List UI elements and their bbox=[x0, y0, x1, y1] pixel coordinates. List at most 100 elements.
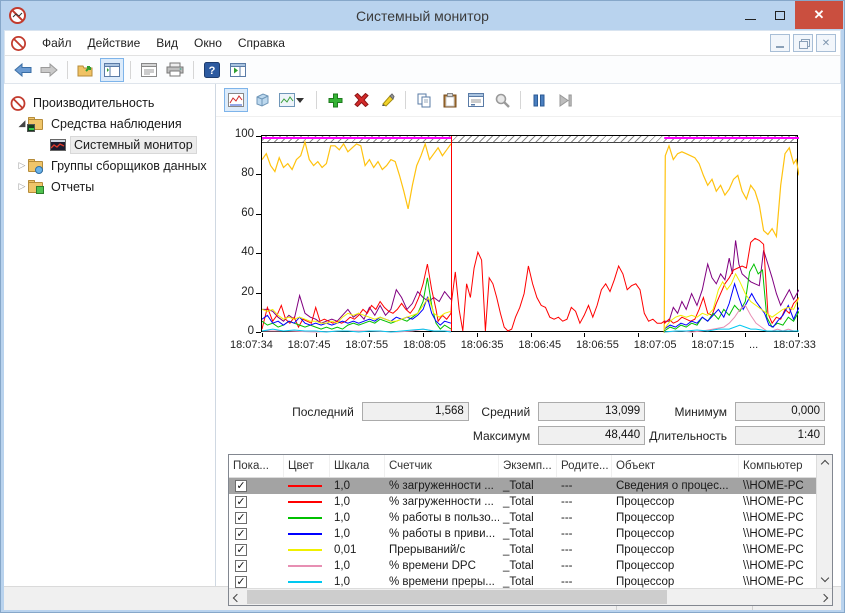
mdi-restore-button[interactable] bbox=[793, 34, 813, 52]
menu-файл[interactable]: Файл bbox=[34, 32, 80, 54]
show-checkbox[interactable]: ✓ bbox=[235, 512, 247, 524]
counter-cell: % работы в пользо... bbox=[385, 510, 499, 526]
app-window: Системный монитор ✕ ФайлДействиеВидОкноС… bbox=[0, 0, 845, 613]
maximize-button[interactable] bbox=[765, 1, 795, 29]
minimum-value: 0,000 bbox=[735, 402, 825, 421]
counter-row[interactable]: ✓1,0% времени DPC_Total---Процессор\\HOM… bbox=[229, 558, 832, 574]
show-checkbox[interactable]: ✓ bbox=[235, 560, 247, 572]
tree-item-reports[interactable]: ▷ Отчеты bbox=[4, 176, 215, 197]
update-data-button[interactable] bbox=[553, 88, 577, 112]
column-header-3[interactable]: Счетчик bbox=[385, 455, 499, 477]
tree-item-monitoring-tools[interactable]: ◢ Средства наблюдения bbox=[4, 113, 215, 134]
mdi-close-button[interactable]: ✕ bbox=[816, 34, 836, 52]
show-checkbox[interactable]: ✓ bbox=[235, 576, 247, 588]
computer-cell: \\HOME-PC bbox=[739, 558, 824, 574]
y-axis-tick bbox=[256, 214, 261, 215]
paste-counter-list-button[interactable] bbox=[438, 88, 462, 112]
forward-button[interactable] bbox=[37, 58, 61, 82]
x-axis-tick bbox=[423, 333, 424, 337]
zoom-button[interactable] bbox=[490, 88, 514, 112]
counter-cell: % загруженности ... bbox=[385, 494, 499, 510]
menu-окно[interactable]: Окно bbox=[186, 32, 230, 54]
minimize-button[interactable] bbox=[735, 1, 765, 29]
toolbar-separator bbox=[520, 91, 521, 109]
properties-dialog-icon bbox=[468, 93, 484, 107]
show-checkbox[interactable]: ✓ bbox=[235, 496, 247, 508]
expander-collapsed-icon[interactable]: ▷ bbox=[16, 160, 28, 171]
export-button[interactable] bbox=[74, 58, 98, 82]
scrollbar-thumb[interactable] bbox=[247, 590, 667, 604]
freeze-display-button[interactable] bbox=[527, 88, 551, 112]
tree-item-label: Средства наблюдения bbox=[48, 116, 185, 132]
system-monitor-icon bbox=[50, 138, 66, 152]
chart-properties-button[interactable] bbox=[464, 88, 488, 112]
scroll-up-icon[interactable] bbox=[817, 459, 832, 470]
y-axis-label: 20 bbox=[216, 286, 254, 298]
counter-cell: % загруженности ... bbox=[385, 478, 499, 494]
counter-row[interactable]: ✓1,0% работы в приви..._Total---Процессо… bbox=[229, 526, 832, 542]
average-value: 13,099 bbox=[538, 402, 645, 421]
perfmon-app-icon bbox=[9, 7, 26, 24]
back-button[interactable] bbox=[11, 58, 35, 82]
computer-cell: \\HOME-PC bbox=[739, 478, 824, 494]
pause-icon bbox=[533, 94, 545, 107]
vertical-scrollbar[interactable] bbox=[816, 455, 832, 588]
duration-value: 1:40 bbox=[735, 426, 825, 445]
tree-item-data-collector-sets[interactable]: ▷ Группы сборщиков данных bbox=[4, 155, 215, 176]
counter-row[interactable]: ✓1,0% загруженности ..._Total---Сведения… bbox=[229, 478, 832, 494]
console-tree-icon bbox=[104, 63, 120, 77]
object-cell: Процессор bbox=[612, 510, 739, 526]
column-header-5[interactable]: Родите... bbox=[557, 455, 612, 477]
copy-properties-button[interactable] bbox=[412, 88, 436, 112]
scroll-right-icon[interactable] bbox=[816, 593, 832, 604]
show-checkbox[interactable]: ✓ bbox=[235, 480, 247, 492]
add-icon bbox=[328, 93, 343, 108]
delete-counter-button[interactable] bbox=[349, 88, 373, 112]
x-axis-label: 18:07:34 bbox=[230, 339, 273, 351]
menu-справка[interactable]: Справка bbox=[230, 32, 293, 54]
chart-type-button[interactable] bbox=[276, 88, 310, 112]
view-chart-button[interactable] bbox=[224, 88, 248, 112]
chart-plot-area[interactable] bbox=[261, 135, 798, 332]
menu-действие[interactable]: Действие bbox=[80, 32, 149, 54]
menu-вид[interactable]: Вид bbox=[148, 32, 186, 54]
close-button[interactable]: ✕ bbox=[795, 1, 843, 29]
add-counter-button[interactable] bbox=[323, 88, 347, 112]
counter-row[interactable]: ✓1,0% работы в пользо..._Total---Процесс… bbox=[229, 510, 832, 526]
x-axis-label: 18:07:05 bbox=[634, 339, 677, 351]
tree-item-performance[interactable]: Производительность bbox=[4, 92, 215, 113]
toggle-console-tree-button[interactable] bbox=[100, 58, 124, 82]
scroll-left-icon[interactable] bbox=[229, 593, 245, 604]
view-log-data-button[interactable] bbox=[250, 88, 274, 112]
horizontal-scrollbar[interactable] bbox=[229, 588, 832, 605]
print-button[interactable] bbox=[163, 58, 187, 82]
properties-button[interactable] bbox=[137, 58, 161, 82]
toolbar-separator bbox=[130, 61, 131, 79]
column-header-6[interactable]: Объект bbox=[612, 455, 739, 477]
column-header-7[interactable]: Компьютер bbox=[739, 455, 824, 477]
counter-row[interactable]: ✓0,01Прерываний/с_Total---Процессор\\HOM… bbox=[229, 542, 832, 558]
column-header-4[interactable]: Экземп... bbox=[499, 455, 557, 477]
show-checkbox[interactable]: ✓ bbox=[235, 544, 247, 556]
tree-item-system-monitor[interactable]: Системный монитор bbox=[4, 134, 215, 155]
column-header-2[interactable]: Шкала bbox=[330, 455, 385, 477]
color-cell bbox=[284, 526, 330, 542]
expander-collapsed-icon[interactable]: ▷ bbox=[16, 181, 28, 192]
scroll-down-icon[interactable] bbox=[817, 573, 832, 584]
counter-row[interactable]: ✓1,0% загруженности ..._Total---Процессо… bbox=[229, 494, 832, 510]
scale-cell: 0,01 bbox=[330, 542, 385, 558]
column-header-1[interactable]: Цвет bbox=[284, 455, 330, 477]
svg-text:?: ? bbox=[209, 65, 216, 77]
x-axis-label: 18:07:33 bbox=[773, 339, 816, 351]
maximum-value: 48,440 bbox=[538, 426, 645, 445]
column-header-0[interactable]: Пока... bbox=[229, 455, 284, 477]
highlight-button[interactable] bbox=[375, 88, 399, 112]
new-window-button[interactable] bbox=[226, 58, 250, 82]
color-cell bbox=[284, 478, 330, 494]
mdi-minimize-button[interactable] bbox=[770, 34, 790, 52]
console-tree: Производительность ◢ Средства наблюдения… bbox=[4, 84, 216, 586]
show-checkbox[interactable]: ✓ bbox=[235, 528, 247, 540]
counter-row[interactable]: ✓1,0% времени преры..._Total---Процессор… bbox=[229, 574, 832, 588]
x-axis-label: 18:07:55 bbox=[345, 339, 388, 351]
help-button[interactable]: ? bbox=[200, 58, 224, 82]
